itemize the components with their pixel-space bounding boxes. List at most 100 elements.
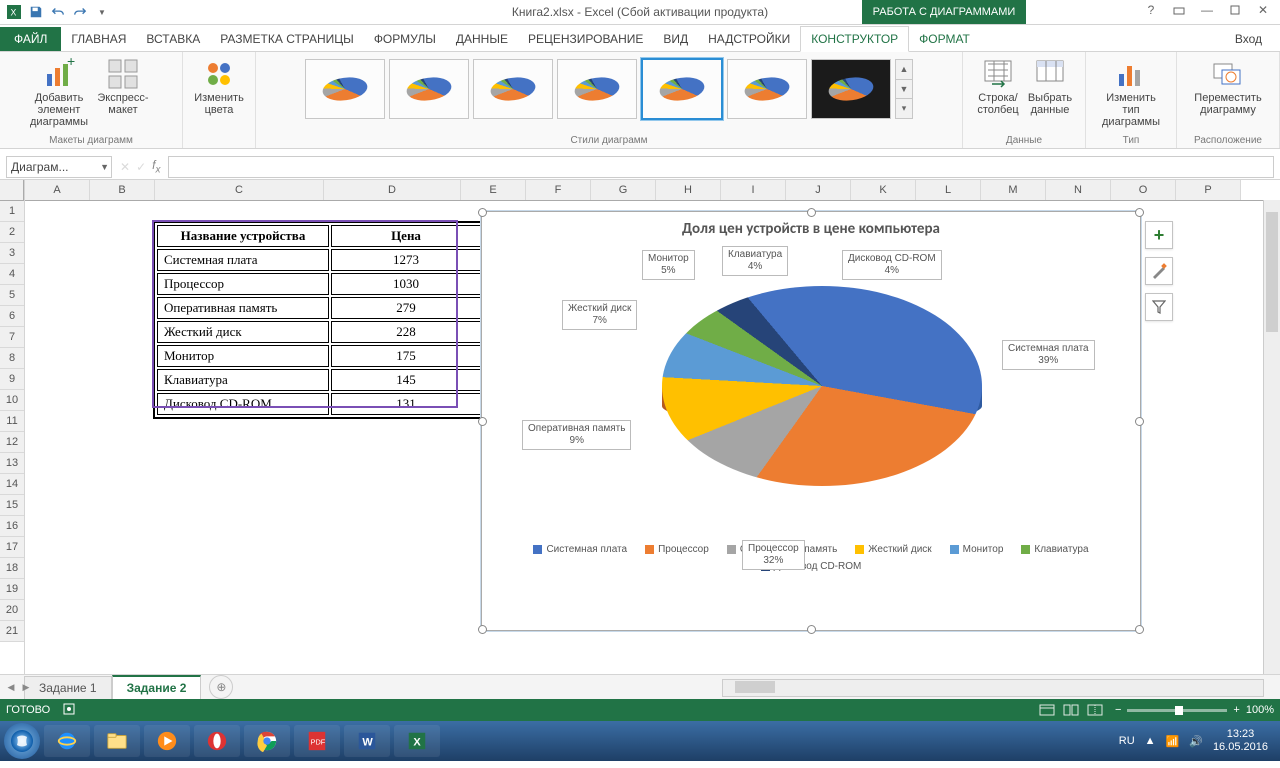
taskbar-opera-icon[interactable] (194, 725, 240, 757)
quick-layout-button[interactable]: Экспресс-макет (93, 54, 153, 116)
chart-filters-button[interactable] (1145, 293, 1173, 321)
tab-addins[interactable]: НАДСТРОЙКИ (698, 27, 800, 51)
column-header[interactable]: C (155, 180, 324, 200)
column-header[interactable]: I (721, 180, 786, 200)
data-label[interactable]: Клавиатура4% (722, 246, 788, 276)
vertical-scrollbar[interactable] (1263, 200, 1280, 674)
tab-data[interactable]: ДАННЫЕ (446, 27, 518, 51)
row-header[interactable]: 15 (0, 495, 24, 516)
zoom-out-icon[interactable]: − (1115, 704, 1121, 716)
sign-in-link[interactable]: Вход (1217, 27, 1280, 51)
row-header[interactable]: 19 (0, 579, 24, 600)
sheet-tab-2[interactable]: Задание 2 (112, 675, 202, 699)
tray-language[interactable]: RU (1119, 735, 1135, 747)
data-label[interactable]: Монитор5% (642, 250, 695, 280)
undo-icon[interactable] (48, 2, 68, 22)
cancel-formula-icon[interactable]: ✕ (120, 160, 130, 174)
table-row[interactable]: Клавиатура145 (157, 369, 481, 391)
column-header[interactable]: E (461, 180, 526, 200)
save-icon[interactable] (26, 2, 46, 22)
chart-style-6[interactable] (727, 59, 807, 119)
tab-home[interactable]: ГЛАВНАЯ (61, 27, 136, 51)
legend-item[interactable]: Монитор (950, 544, 1004, 555)
chart-style-7[interactable] (811, 59, 891, 119)
table-row[interactable]: Процессор1030 (157, 273, 481, 295)
row-header[interactable]: 7 (0, 327, 24, 348)
sheet-nav-prev-icon[interactable]: ◀ (4, 679, 18, 695)
tab-view[interactable]: ВИД (653, 27, 698, 51)
column-header[interactable]: M (981, 180, 1046, 200)
tab-review[interactable]: РЕЦЕНЗИРОВАНИЕ (518, 27, 653, 51)
row-header[interactable]: 12 (0, 432, 24, 453)
sheet-nav-next-icon[interactable]: ▶ (19, 679, 33, 695)
column-header[interactable]: N (1046, 180, 1111, 200)
row-header[interactable]: 13 (0, 453, 24, 474)
tab-formulas[interactable]: ФОРМУЛЫ (364, 27, 446, 51)
help-icon[interactable]: ? (1138, 0, 1164, 20)
formula-input[interactable] (168, 156, 1274, 178)
table-row[interactable]: Оперативная память279 (157, 297, 481, 319)
column-header[interactable]: F (526, 180, 591, 200)
legend-item[interactable]: Процессор (645, 544, 709, 555)
data-label[interactable]: Жесткий диск7% (562, 300, 637, 330)
row-header[interactable]: 21 (0, 621, 24, 642)
table-row[interactable]: Монитор175 (157, 345, 481, 367)
table-row[interactable]: Жесткий диск228 (157, 321, 481, 343)
row-header[interactable]: 2 (0, 222, 24, 243)
change-chart-type-button[interactable]: Изменить тип диаграммы (1101, 54, 1161, 128)
tab-chart-format[interactable]: ФОРМАТ (909, 27, 980, 51)
column-header[interactable]: B (90, 180, 155, 200)
column-header[interactable]: A (25, 180, 90, 200)
row-header[interactable]: 14 (0, 474, 24, 495)
taskbar-chrome-icon[interactable] (244, 725, 290, 757)
tab-file[interactable]: ФАЙЛ (0, 27, 61, 51)
view-normal-icon[interactable] (1037, 702, 1057, 718)
chart-legend[interactable]: Системная платаПроцессорОперативная памя… (482, 540, 1140, 576)
tray-flag-icon[interactable]: ▲ (1145, 735, 1156, 747)
column-header[interactable]: H (656, 180, 721, 200)
maximize-icon[interactable] (1222, 0, 1248, 20)
enter-formula-icon[interactable]: ✓ (136, 160, 146, 174)
row-header[interactable]: 17 (0, 537, 24, 558)
chart-plot-area[interactable]: Системная плата39%Процессор32%Оперативна… (482, 240, 1140, 540)
tab-page-layout[interactable]: РАЗМЕТКА СТРАНИЦЫ (210, 27, 364, 51)
embedded-chart[interactable]: Доля цен устройств в цене компьютера Сис… (481, 211, 1141, 631)
column-header[interactable]: G (591, 180, 656, 200)
data-label[interactable]: Дисковод CD-ROM4% (842, 250, 942, 280)
row-header[interactable]: 20 (0, 600, 24, 621)
pie-3d[interactable] (662, 286, 982, 486)
zoom-in-icon[interactable]: + (1233, 704, 1239, 716)
tray-clock[interactable]: 13:2316.05.2016 (1213, 728, 1268, 754)
taskbar-ie-icon[interactable] (44, 725, 90, 757)
minimize-icon[interactable]: — (1194, 0, 1220, 20)
qat-customize-icon[interactable]: ▼ (92, 2, 112, 22)
new-sheet-button[interactable]: ⊕ (209, 675, 233, 699)
row-header[interactable]: 8 (0, 348, 24, 369)
table-row[interactable]: Системная плата1273 (157, 249, 481, 271)
table-row[interactable]: Дисковод CD-ROM131 (157, 393, 481, 415)
taskbar-word-icon[interactable]: W (344, 725, 390, 757)
close-icon[interactable]: ✕ (1250, 0, 1276, 20)
column-header[interactable]: K (851, 180, 916, 200)
sheet-tab-1[interactable]: Задание 1 (24, 676, 112, 699)
row-header[interactable]: 10 (0, 390, 24, 411)
select-all-corner[interactable] (0, 180, 24, 201)
chart-style-2[interactable] (389, 59, 469, 119)
column-header[interactable]: D (324, 180, 461, 200)
name-box[interactable]: Диаграм...▼ (6, 156, 112, 178)
change-colors-button[interactable]: Изменить цвета (189, 54, 249, 116)
row-header[interactable]: 9 (0, 369, 24, 390)
column-headers[interactable]: ABCDEFGHIJKLMNOP (25, 180, 1280, 201)
column-header[interactable]: O (1111, 180, 1176, 200)
data-label[interactable]: Оперативная память9% (522, 420, 631, 450)
fx-icon[interactable]: fx (152, 158, 160, 175)
macro-record-icon[interactable] (62, 702, 76, 719)
data-label[interactable]: Системная плата39% (1002, 340, 1095, 370)
row-header[interactable]: 18 (0, 558, 24, 579)
chart-style-3[interactable] (473, 59, 553, 119)
row-header[interactable]: 11 (0, 411, 24, 432)
row-header[interactable]: 4 (0, 264, 24, 285)
row-header[interactable]: 3 (0, 243, 24, 264)
view-page-break-icon[interactable] (1085, 702, 1105, 718)
column-header[interactable]: J (786, 180, 851, 200)
